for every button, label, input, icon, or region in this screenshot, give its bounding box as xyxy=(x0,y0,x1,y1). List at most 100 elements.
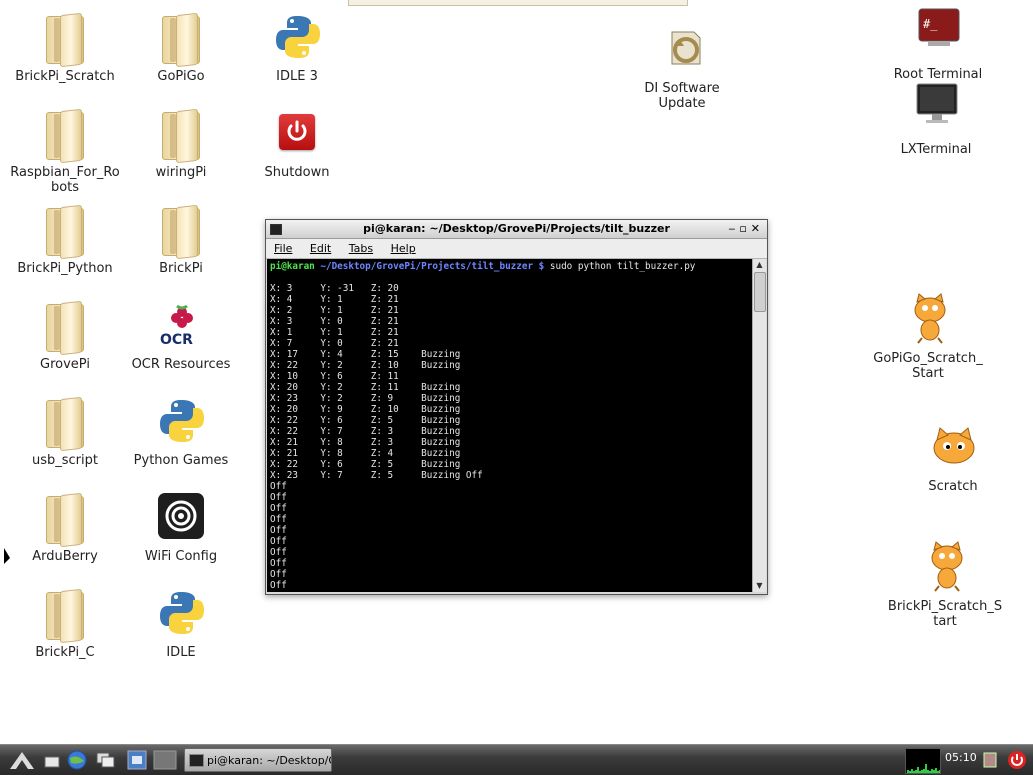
desktop-icon-brickpi-python[interactable]: BrickPi_Python xyxy=(7,202,123,276)
desktop-icon-grovepi[interactable]: GrovePi xyxy=(7,298,123,372)
desktop-icon-label: IDLE xyxy=(166,645,196,660)
terminal-output[interactable]: pi@karan ~/Desktop/GrovePi/Projects/tilt… xyxy=(267,259,752,592)
desktop-icon-label: Shutdown xyxy=(264,165,330,180)
terminal-line: X: 1 Y: 1 Z: 21 xyxy=(270,327,399,338)
desktop-icon-label: GoPiGo xyxy=(157,69,205,84)
minimize-icon[interactable]: ‒ xyxy=(728,222,739,235)
desktop-icon-label: Raspbian_For_Robots xyxy=(10,165,120,195)
prompt-user: pi@karan xyxy=(270,261,315,272)
screen-lock-icon[interactable] xyxy=(980,749,1000,771)
scroll-down-icon[interactable]: ▼ xyxy=(753,580,766,592)
top-panel-strip xyxy=(348,0,688,6)
windows-icon[interactable] xyxy=(94,749,118,771)
desktop-icon-usb-script[interactable]: usb_script xyxy=(7,394,123,468)
terminal-line: X: 20 Y: 2 Z: 11 Buzzing xyxy=(270,382,461,393)
desktop-icon-label: GrovePi xyxy=(40,357,90,372)
desktop-icon-label: BrickPi_Scratch_Start xyxy=(887,599,1003,629)
desktop-icon-label: BrickPi_C xyxy=(35,645,95,660)
desktop-icon-label: BrickPi xyxy=(159,261,203,276)
scratch-icon xyxy=(925,420,981,476)
menu-help[interactable]: Help xyxy=(391,242,416,255)
close-icon[interactable]: ✕ xyxy=(751,222,764,235)
wifi-icon xyxy=(153,490,209,546)
desktop-2-icon[interactable] xyxy=(152,749,178,771)
desktop-icon-gopigo[interactable]: GoPiGo xyxy=(123,10,239,84)
desktop-icon-label: WiFi Config xyxy=(144,549,218,564)
desktop-icon-gopigo-scratch-start[interactable]: GoPiGo_Scratch_Start xyxy=(870,292,986,381)
terminal-line: X: 3 Y: -31 Z: 20 xyxy=(270,283,399,294)
desktop-icon-label: GoPiGo_Scratch_Start xyxy=(873,351,983,381)
folder-icon xyxy=(153,10,209,68)
svg-text:#_: #_ xyxy=(923,17,938,31)
terminal-window[interactable]: pi@karan: ~/Desktop/GrovePi/Projects/til… xyxy=(265,219,768,595)
file-manager-icon[interactable] xyxy=(42,749,62,771)
desktop-icon-root-terminal[interactable]: #_ Root Terminal xyxy=(880,8,996,82)
terminal-line: Off xyxy=(270,525,287,536)
prompt-path: ~/Desktop/GrovePi/Projects/tilt_buzzer $ xyxy=(314,261,545,272)
desktop-icon-label: LXTerminal xyxy=(900,142,972,157)
folder-icon xyxy=(37,10,93,68)
terminal-line: X: 3 Y: 0 Z: 21 xyxy=(270,316,399,327)
desktop-icon-lxterminal[interactable]: LXTerminal xyxy=(878,83,994,157)
desktop-icon-raspbian-for-robots[interactable]: Raspbian_For_Robots xyxy=(7,106,123,195)
desktop-icon-label: BrickPi_Scratch xyxy=(15,69,115,84)
menu-launcher-icon[interactable] xyxy=(8,749,36,771)
desktop-icon-python-games[interactable]: Python Games xyxy=(123,394,239,468)
menu-file[interactable]: File xyxy=(274,242,292,255)
menu-edit[interactable]: Edit xyxy=(310,242,331,255)
desktop-icon-brickpi-scratch[interactable]: BrickPi_Scratch xyxy=(7,10,123,84)
scroll-thumb[interactable] xyxy=(754,272,766,312)
desktop-icon-shutdown[interactable]: Shutdown xyxy=(239,106,355,180)
terminal-line: X: 20 Y: 9 Z: 10 Buzzing xyxy=(270,404,461,415)
shutdown-icon xyxy=(269,106,325,162)
python-icon xyxy=(153,394,209,450)
cpu-bar xyxy=(939,770,940,773)
desktop-icon-label: BrickPi_Python xyxy=(17,261,113,276)
folder-icon xyxy=(37,394,93,452)
power-icon[interactable] xyxy=(1006,749,1028,771)
terminal-line: X: 23 Y: 2 Z: 9 Buzzing xyxy=(270,393,461,404)
monitor-icon xyxy=(908,83,964,139)
menu-tabs[interactable]: Tabs xyxy=(349,242,373,255)
desktop-icon-di-software-update[interactable]: DI Software Update xyxy=(624,22,740,111)
desktop-icon-idle-3[interactable]: IDLE 3 xyxy=(239,10,355,84)
terminal-line: X: 21 Y: 8 Z: 4 Buzzing xyxy=(270,448,461,459)
desktop-icon-wiringpi[interactable]: wiringPi xyxy=(123,106,239,180)
terminal-line: X: 21 Y: 8 Z: 3 Buzzing xyxy=(270,437,461,448)
terminal-line: Off xyxy=(270,569,287,580)
desktop-icon-label: ArduBerry xyxy=(32,549,98,564)
terminal-line: X: 22 Y: 7 Z: 3 Buzzing xyxy=(270,426,461,437)
desktop-icon-scratch[interactable]: Scratch xyxy=(895,420,1011,494)
browser-icon[interactable] xyxy=(66,749,88,771)
terminal-line: X: 23 Y: 7 Z: 5 Buzzing Off xyxy=(270,470,483,481)
desktop-icon-arduberry[interactable]: ArduBerry xyxy=(7,490,123,564)
desktop-icon-label: IDLE 3 xyxy=(276,69,318,84)
update-icon xyxy=(654,22,710,78)
terminal-line: X: 2 Y: 1 Z: 21 xyxy=(270,305,399,316)
taskbar-terminal-button[interactable]: pi@karan: ~/Desktop/G... xyxy=(184,748,332,772)
terminal-line: Off xyxy=(270,558,287,569)
terminal-line: X: 4 Y: 1 Z: 21 xyxy=(270,294,399,305)
folder-icon xyxy=(37,490,93,548)
desktop-icon-ocr-resources[interactable]: OCR OCR Resources xyxy=(123,298,239,372)
desktop-icon-brickpi-c[interactable]: BrickPi_C xyxy=(7,586,123,660)
desktop-icon-brickpi[interactable]: BrickPi xyxy=(123,202,239,276)
terminal-titlebar[interactable]: pi@karan: ~/Desktop/GrovePi/Projects/til… xyxy=(266,220,767,239)
terminal-scrollbar[interactable]: ▲ ▼ xyxy=(752,259,766,592)
window-controls[interactable]: ‒▫✕ xyxy=(728,220,764,238)
clock[interactable]: 05:10 xyxy=(945,751,977,764)
desktop-icon-wifi-config[interactable]: WiFi Config xyxy=(123,490,239,564)
desktop-1-icon[interactable] xyxy=(126,749,148,771)
desktop-icon-label: Scratch xyxy=(928,479,978,494)
desktop-icon-idle[interactable]: IDLE xyxy=(123,586,239,660)
terminal-prompt-line: pi@karan ~/Desktop/GrovePi/Projects/tilt… xyxy=(270,261,752,272)
folder-icon xyxy=(37,586,93,644)
maximize-icon[interactable]: ▫ xyxy=(739,222,750,235)
svg-text:OCR: OCR xyxy=(160,332,193,348)
terminal-line: X: 22 Y: 6 Z: 5 Buzzing xyxy=(270,459,461,470)
desktop-icon-brickpi-scratch-start[interactable]: BrickPi_Scratch_Start xyxy=(887,540,1003,629)
terminal-line: Off xyxy=(270,547,287,558)
scroll-up-icon[interactable]: ▲ xyxy=(753,259,766,271)
python-icon xyxy=(153,586,209,642)
